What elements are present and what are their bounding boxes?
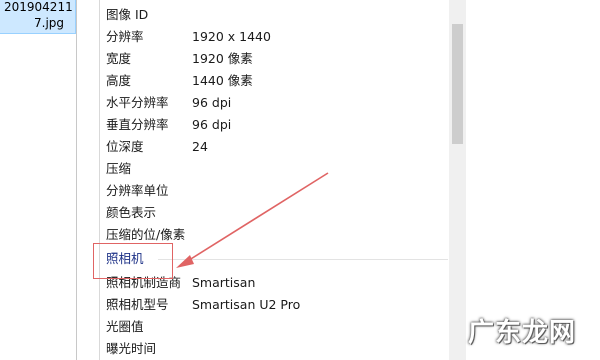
property-value: 96 dpi: [192, 117, 232, 132]
property-name: 照相机型号: [106, 297, 169, 312]
property-name: 宽度: [106, 51, 132, 66]
property-name: 分辨率: [106, 29, 144, 44]
background-right: [466, 0, 600, 360]
watermark-logo: 广东龙网: [468, 318, 577, 348]
property-value: Smartisan: [192, 275, 256, 290]
property-value: 1920 x 1440: [192, 29, 271, 44]
property-value: 1440 像素: [192, 73, 253, 88]
property-name: 位深度: [106, 139, 144, 154]
file-name-line1: 2019042116: [4, 0, 72, 14]
property-name: 图像 ID: [106, 7, 149, 22]
property-value: 24: [192, 139, 208, 154]
property-value: Smartisan U2 Pro: [192, 297, 301, 312]
property-value: 1920 像素: [192, 51, 253, 66]
property-name: 分辨率单位: [106, 183, 169, 198]
property-name: 光圈值: [106, 319, 144, 334]
annotation-highlight-box: [93, 243, 173, 279]
scrollbar-thumb[interactable]: [452, 24, 463, 144]
property-value: 96 dpi: [192, 95, 232, 110]
property-name: 颜色表示: [106, 205, 157, 220]
property-name: 曝光时间: [106, 341, 157, 356]
property-name: 压缩: [106, 161, 132, 176]
property-name: 水平分辨率: [106, 95, 169, 110]
properties-dialog: 图像 ID 分辨率 1920 x 1440 宽度 1920 像素 高度 1440…: [76, 0, 473, 360]
explorer-background: 2019042116 7.jpg: [0, 0, 76, 360]
selected-file-tile[interactable]: 2019042116 7.jpg: [0, 0, 76, 34]
property-name: 高度: [106, 73, 132, 88]
vertical-scrollbar[interactable]: [449, 0, 466, 360]
property-name: 垂直分辨率: [106, 117, 169, 132]
section-divider: [158, 259, 448, 260]
details-list: 图像 ID 分辨率 1920 x 1440 宽度 1920 像素 高度 1440…: [99, 0, 473, 360]
